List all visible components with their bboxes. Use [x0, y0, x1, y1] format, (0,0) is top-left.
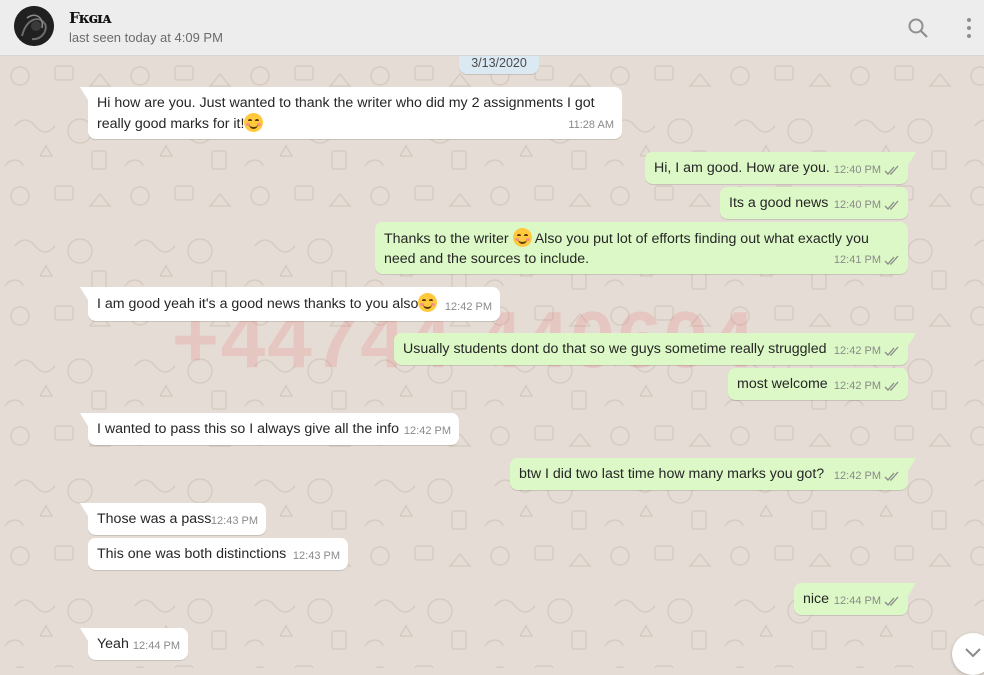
smiling-face-emoji	[244, 113, 264, 132]
outgoing-message[interactable]: Its a good news 12:40 PM	[720, 187, 908, 219]
message-text: nice	[803, 591, 830, 607]
message-time: 12:44 PM	[132, 640, 180, 652]
message-time: 12:40 PM	[833, 164, 881, 176]
message-text: This one was both distinctions	[97, 546, 287, 562]
incoming-message[interactable]: I wanted to pass this so I always give a…	[80, 413, 459, 445]
outgoing-message[interactable]: most welcome 12:42 PM	[728, 368, 908, 400]
double-check-icon	[884, 165, 899, 175]
message-text-part-1: Thanks to the writer	[384, 231, 509, 247]
incoming-message[interactable]: Those was a pass 12:43 PM	[80, 503, 266, 535]
double-check-icon	[884, 381, 899, 391]
incoming-message[interactable]: This one was both distinctions 12:43 PM	[88, 538, 348, 570]
double-check-icon	[884, 596, 899, 606]
chat-header: Fᴋɢɪᴀ last seen today at 4:09 PM	[0, 0, 984, 56]
outgoing-message[interactable]: Hi, I am good. How are you. 12:40 PM	[645, 152, 916, 184]
outgoing-message[interactable]: Usually students dont do that so we guys…	[394, 333, 916, 365]
message-time: 12:40 PM	[833, 199, 881, 211]
incoming-message[interactable]: Hi how are you. Just wanted to thank the…	[80, 87, 622, 139]
double-check-icon	[884, 346, 899, 356]
message-time: 12:42 PM	[444, 301, 492, 313]
smiling-face-emoji	[418, 293, 438, 312]
message-text: I wanted to pass this so I always give a…	[97, 421, 400, 437]
message-time: 12:43 PM	[292, 550, 340, 562]
outgoing-message[interactable]: nice 12:44 PM	[794, 583, 916, 615]
search-icon[interactable]	[906, 16, 930, 40]
message-text: btw I did two last time how many marks y…	[519, 466, 825, 482]
message-time: 12:44 PM	[833, 595, 881, 607]
double-check-icon	[884, 471, 899, 481]
incoming-message[interactable]: I am good yeah it's a good news thanks t…	[80, 287, 500, 321]
contact-name[interactable]: Fᴋɢɪᴀ	[69, 9, 111, 27]
last-seen-status: last seen today at 4:09 PM	[69, 30, 223, 45]
message-time: 11:28 AM	[568, 119, 614, 131]
contact-avatar[interactable]	[14, 6, 54, 46]
message-text: I am good yeah it's a good news thanks t…	[97, 296, 419, 312]
kebab-menu-icon[interactable]	[957, 16, 981, 40]
chat-panel[interactable]: 3/13/2020 +44744 440604 Hi how are you. …	[0, 56, 984, 668]
double-check-icon	[884, 255, 899, 265]
chevron-down-icon	[965, 648, 981, 658]
scroll-to-bottom-button[interactable]	[952, 633, 984, 675]
message-time: 12:42 PM	[833, 380, 881, 392]
message-text: Its a good news	[729, 195, 829, 211]
message-time: 12:42 PM	[833, 470, 881, 482]
message-time: 12:42 PM	[403, 425, 451, 437]
message-text: Usually students dont do that so we guys…	[403, 341, 827, 357]
outgoing-message[interactable]: Thanks to the writer Also you put lot of…	[375, 222, 908, 274]
smiling-face-emoji	[512, 228, 532, 247]
message-text: Yeah	[97, 636, 129, 652]
message-time: 12:41 PM	[833, 254, 881, 266]
message-text: most welcome	[737, 376, 828, 392]
double-check-icon	[884, 200, 899, 210]
date-separator: 3/13/2020	[459, 56, 539, 74]
message-text: Hi how are you. Just wanted to thank the…	[97, 95, 595, 132]
message-text: Those was a pass	[97, 511, 212, 527]
outgoing-message[interactable]: btw I did two last time how many marks y…	[510, 458, 916, 490]
message-time: 12:42 PM	[833, 345, 881, 357]
message-text: Hi, I am good. How are you.	[654, 160, 830, 176]
message-time: 12:43 PM	[210, 515, 258, 527]
incoming-message[interactable]: Yeah 12:44 PM	[80, 628, 188, 660]
